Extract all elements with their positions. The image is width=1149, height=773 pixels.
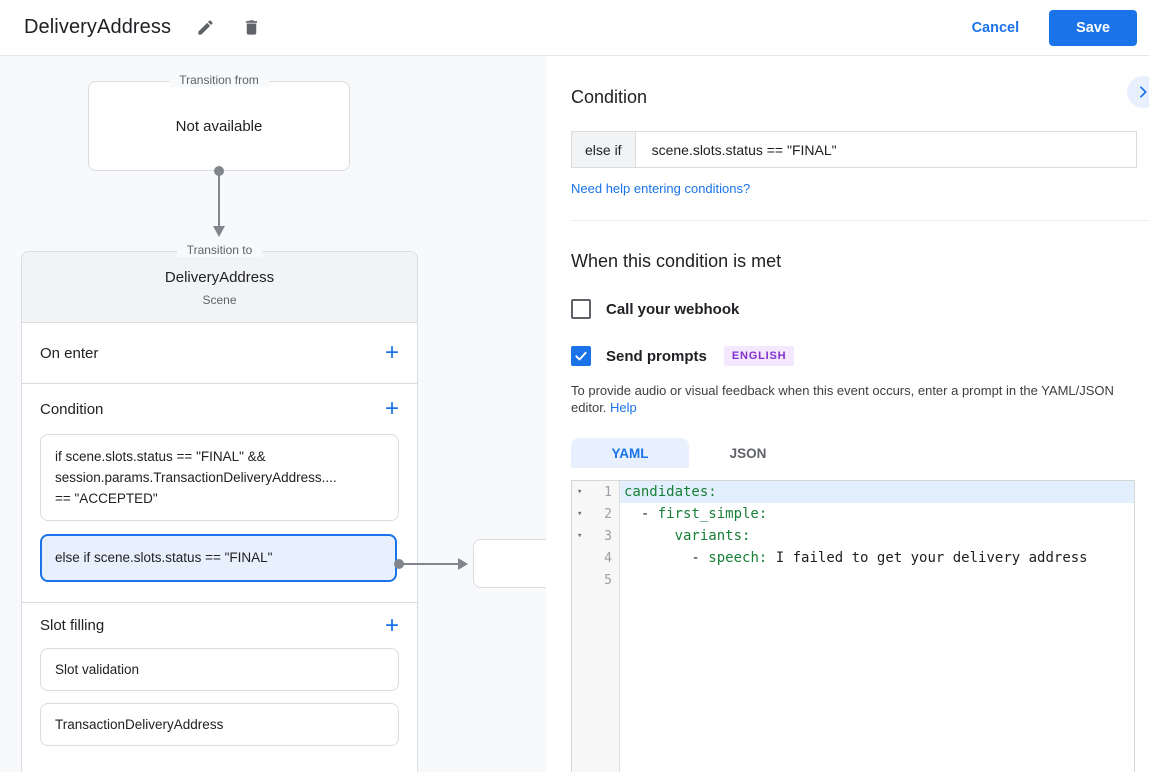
condition-section: Condition + if scene.slots.status == "FI… [22, 384, 417, 603]
trash-icon [242, 18, 261, 37]
top-bar: DeliveryAddress Cancel Save [0, 0, 1149, 56]
connector-line [218, 171, 220, 227]
slot-item[interactable]: Slot validation [40, 648, 399, 691]
on-enter-section: On enter + [22, 323, 417, 384]
tab-json[interactable]: JSON [689, 438, 807, 468]
help-link[interactable]: Help [610, 400, 637, 415]
editor-code-area[interactable]: candidates: - first_simple: variants: - … [620, 481, 1134, 772]
fold-arrow-icon[interactable]: ▾ [577, 487, 590, 497]
add-condition-button[interactable]: + [385, 397, 399, 421]
editor-tabs: YAML JSON [571, 438, 1149, 468]
add-slot-button[interactable]: + [385, 613, 399, 638]
editor-gutter: ▾ 1 ▾ 2 ▾ 3 4 5 [572, 481, 620, 772]
prompt-description: To provide audio or visual feedback when… [571, 382, 1137, 416]
condition-text-line: == "ACCEPTED" [55, 491, 158, 506]
edit-button[interactable] [193, 16, 217, 40]
line-number: 5 [604, 572, 612, 588]
condition-text-line: session.params.TransactionDeliveryAddres… [55, 470, 337, 485]
transition-target-node[interactable] [473, 539, 546, 588]
line-number: 2 [604, 506, 612, 522]
code-indent: - [624, 550, 709, 566]
arrow-down-icon [213, 226, 225, 237]
condition-input[interactable]: scene.slots.status == "FINAL" [636, 132, 1136, 167]
condition-text-line: if scene.slots.status == "FINAL" && [55, 449, 266, 464]
cancel-button[interactable]: Cancel [972, 20, 1020, 36]
when-condition-heading: When this condition is met [571, 251, 782, 271]
code-key: speech: [708, 550, 768, 566]
connector-line [399, 563, 461, 565]
transition-to-legend: Transition to [176, 243, 263, 257]
transition-from-content: Not available [175, 117, 263, 135]
scene-card-header: DeliveryAddress Scene [22, 252, 417, 323]
code-indent: - [624, 506, 658, 522]
line-number: 3 [604, 528, 612, 544]
condition-prefix-label: else if [572, 132, 636, 167]
call-webhook-checkbox[interactable] [571, 299, 591, 319]
condition-detail-panel: Condition else if scene.slots.status == … [546, 56, 1149, 772]
pencil-icon [196, 18, 215, 37]
send-prompts-row: Send prompts ENGLISH [571, 346, 1149, 366]
send-prompts-label: Send prompts [606, 347, 707, 365]
code-key: first_simple: [657, 506, 768, 522]
slot-filling-section: Slot filling + Slot validation Transacti… [22, 603, 417, 746]
chevron-right-icon [1135, 84, 1149, 100]
section-divider [571, 220, 1149, 221]
panel-title: Condition [571, 87, 648, 107]
check-icon [574, 349, 588, 363]
page-title: DeliveryAddress [24, 16, 172, 38]
collapse-panel-button[interactable] [1127, 76, 1149, 108]
condition-item-selected[interactable]: else if scene.slots.status == "FINAL" [40, 534, 397, 582]
line-number: 4 [604, 550, 612, 566]
save-button[interactable]: Save [1049, 9, 1137, 46]
add-on-enter-button[interactable]: + [385, 341, 399, 365]
code-line: - first_simple: [620, 503, 1134, 525]
call-webhook-label: Call your webhook [606, 300, 740, 318]
fold-arrow-icon[interactable]: ▾ [577, 509, 590, 519]
code-line: variants: [620, 525, 1134, 547]
code-value: I failed to get your delivery address [767, 550, 1088, 566]
condition-help-link[interactable]: Need help entering conditions? [571, 181, 750, 196]
send-prompts-checkbox[interactable] [571, 346, 591, 366]
fold-arrow-icon[interactable]: ▾ [577, 531, 590, 541]
prompt-description-text: To provide audio or visual feedback when… [571, 383, 1114, 415]
transition-to-card: Transition to DeliveryAddress Scene On e… [21, 243, 418, 772]
code-key: variants: [674, 528, 751, 544]
condition-item[interactable]: if scene.slots.status == "FINAL" && sess… [40, 434, 399, 521]
transition-from-box: Transition from Not available [88, 73, 350, 171]
condition-text-line: else if scene.slots.status == "FINAL" [55, 550, 273, 565]
condition-label: Condition [40, 400, 104, 418]
scene-editor: DeliveryAddress Cancel Save Transition f… [0, 0, 1149, 773]
slot-filling-label: Slot filling [40, 617, 105, 634]
yaml-code-editor[interactable]: ▾ 1 ▾ 2 ▾ 3 4 5 candidates: - first_simple:… [571, 480, 1135, 772]
on-enter-label: On enter [40, 344, 99, 362]
arrow-right-icon [458, 558, 468, 570]
scene-type-label: Scene [202, 293, 237, 307]
scene-name: DeliveryAddress [164, 269, 275, 286]
language-badge: ENGLISH [723, 346, 795, 366]
webhook-row: Call your webhook [571, 299, 1149, 319]
slot-item[interactable]: TransactionDeliveryAddress [40, 703, 399, 746]
code-key: candidates: [624, 484, 717, 500]
condition-input-row: else if scene.slots.status == "FINAL" [571, 131, 1137, 168]
diagram-panel: Transition from Not available Transition… [0, 56, 546, 772]
delete-button[interactable] [239, 16, 263, 40]
code-line: candidates: [620, 481, 1134, 503]
code-line: - speech: I failed to get your delivery … [620, 547, 1134, 569]
tab-yaml[interactable]: YAML [571, 438, 689, 468]
line-number: 1 [604, 484, 612, 500]
transition-from-legend: Transition from [169, 73, 269, 87]
